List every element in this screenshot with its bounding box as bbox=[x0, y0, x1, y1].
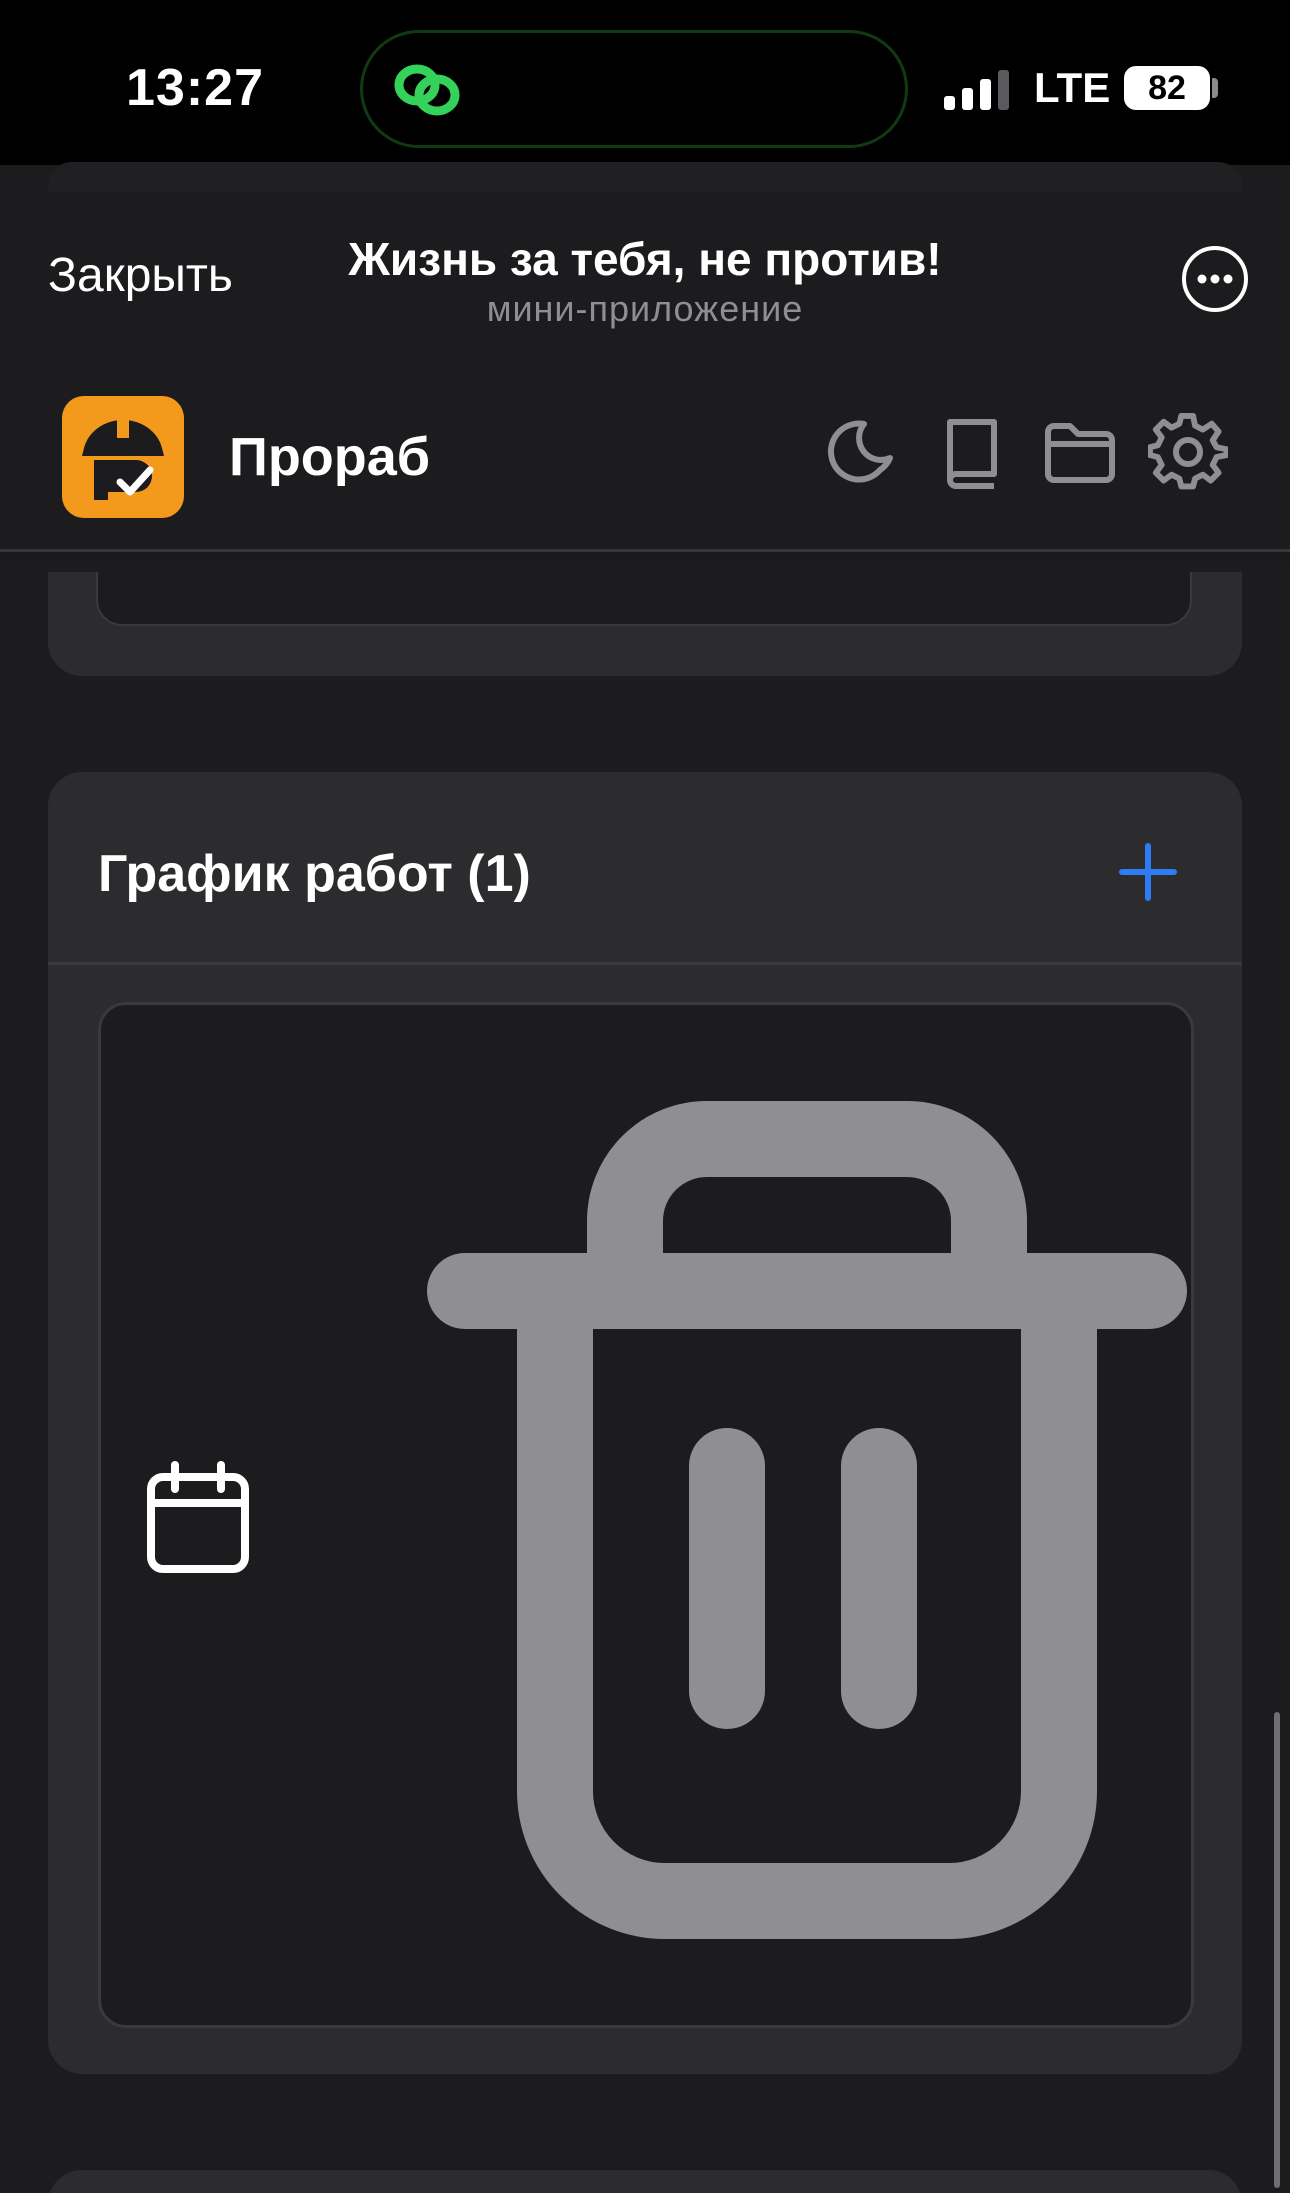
calendar-icon bbox=[147, 1461, 249, 1573]
folder-icon[interactable] bbox=[1040, 412, 1120, 492]
next-card bbox=[48, 2170, 1242, 2193]
scrollbar[interactable] bbox=[1274, 1712, 1280, 2188]
header-shadow bbox=[0, 552, 1290, 574]
foreman-logo-icon bbox=[82, 412, 164, 500]
mini-app-subtitle: мини-приложение bbox=[486, 288, 804, 329]
app-logo bbox=[62, 396, 184, 518]
dynamic-island bbox=[360, 30, 908, 148]
trash-icon bbox=[427, 1101, 1187, 1939]
battery-indicator: 82 bbox=[1124, 66, 1210, 110]
schedule-title: График работ (1) bbox=[98, 845, 531, 903]
moon-icon[interactable] bbox=[822, 412, 902, 492]
plus-icon bbox=[1119, 843, 1177, 901]
schedule-entry[interactable] bbox=[98, 1002, 1194, 2028]
card-divider bbox=[48, 962, 1242, 965]
mini-app-header: Закрыть Жизнь за тебя, не против! мини-п… bbox=[0, 192, 1290, 574]
gear-icon[interactable] bbox=[1148, 412, 1228, 492]
delete-entry-button[interactable] bbox=[427, 1101, 1187, 1941]
schedule-card: График работ (1) bbox=[48, 772, 1242, 2074]
status-bar: 13:27 LTE 82 bbox=[0, 0, 1290, 165]
screen: 13:27 LTE 82 График работ (1) Закрыть Жи… bbox=[0, 0, 1290, 2193]
book-icon[interactable] bbox=[932, 412, 1012, 492]
app-bar: Прораб bbox=[0, 392, 1290, 542]
add-schedule-button[interactable] bbox=[1108, 832, 1188, 912]
signal-icon bbox=[944, 70, 1009, 110]
more-button[interactable] bbox=[1182, 246, 1248, 312]
ellipsis-icon bbox=[1197, 274, 1233, 284]
mini-app-title: Жизнь за тебя, не против! bbox=[348, 233, 942, 285]
battery-tip bbox=[1212, 78, 1218, 98]
status-time: 13:27 bbox=[126, 59, 264, 117]
app-name: Прораб bbox=[229, 427, 431, 487]
network-type: LTE bbox=[1034, 64, 1111, 111]
link-icon bbox=[394, 64, 460, 116]
